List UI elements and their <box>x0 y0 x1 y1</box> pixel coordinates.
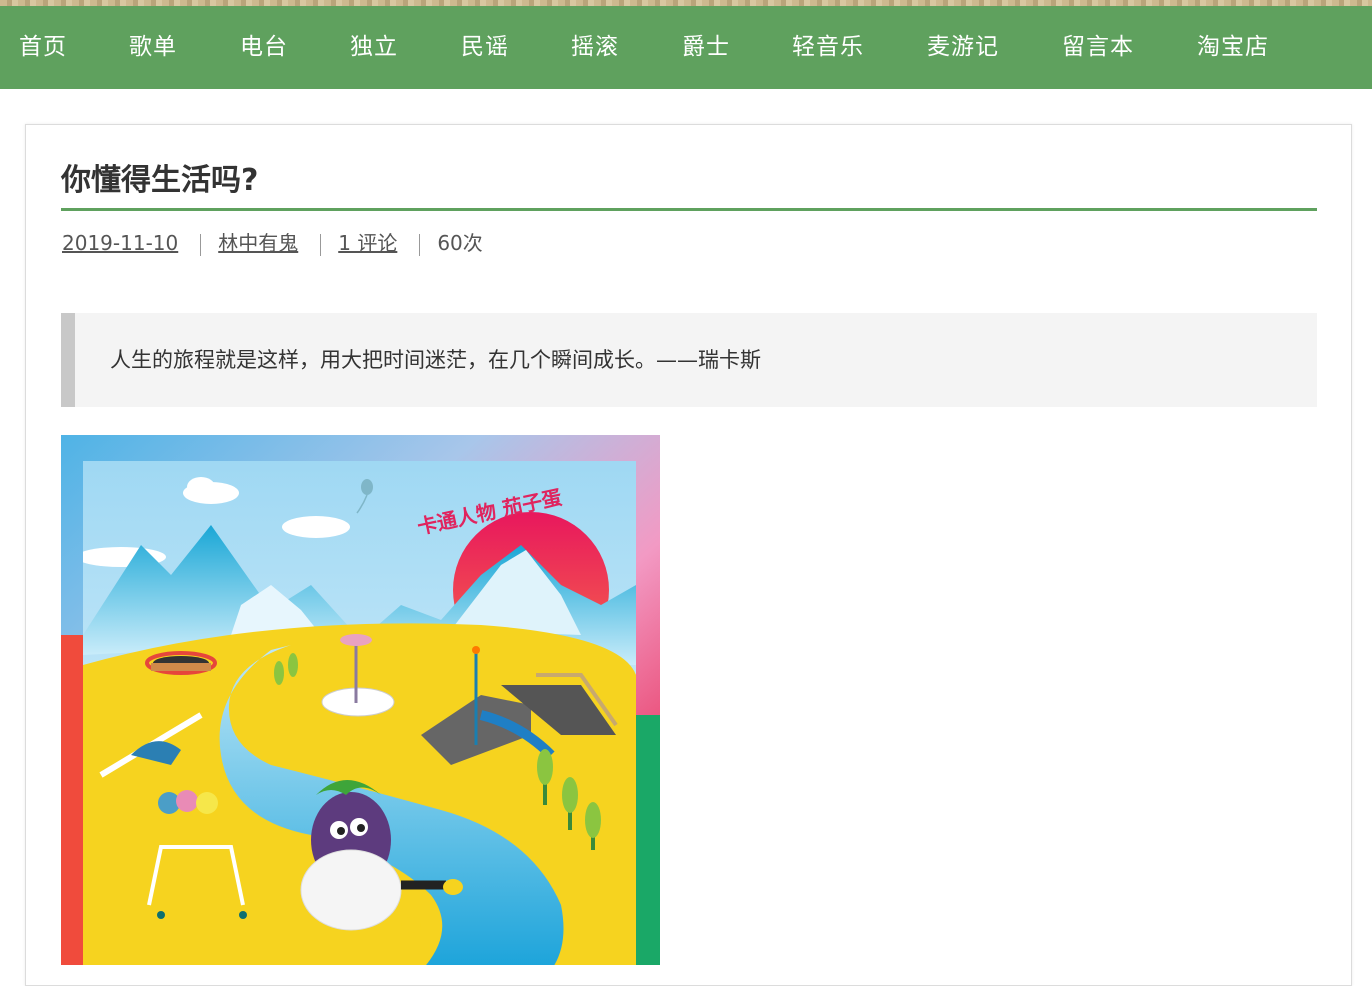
nav-item-rock[interactable]: 摇滚 <box>571 6 619 89</box>
meta-separator <box>320 233 322 256</box>
post-views: 60次 <box>437 231 483 255</box>
post-quote: 人生的旅程就是这样，用大把时间迷茫，在几个瞬间成长。——瑞卡斯 <box>61 313 1317 407</box>
post-date-link[interactable]: 2019-11-10 <box>62 231 178 255</box>
main-nav: 首页 歌单 电台 独立 民谣 摇滚 爵士 轻音乐 麦游记 留言本 淘宝店 <box>0 6 1372 89</box>
nav-item-taobao-shop[interactable]: 淘宝店 <box>1197 6 1269 89</box>
post-author-link[interactable]: 林中有鬼 <box>218 231 298 255</box>
post-title: 你懂得生活吗? <box>61 163 259 198</box>
post-card: 你懂得生活吗? 2019-11-10 林中有鬼 1 评论 60次 人生的旅程就是这样，… <box>25 124 1352 986</box>
title-divider <box>61 208 1317 211</box>
nav-item-light-music[interactable]: 轻音乐 <box>792 6 864 89</box>
meta-separator <box>200 233 202 256</box>
nav-item-travel[interactable]: 麦游记 <box>927 6 999 89</box>
meta-separator <box>419 233 421 256</box>
post-meta: 2019-11-10 林中有鬼 1 评论 60次 <box>62 228 483 258</box>
nav-item-indie[interactable]: 独立 <box>350 6 398 89</box>
nav-item-home[interactable]: 首页 <box>19 6 67 89</box>
post-comments-link[interactable]: 1 评论 <box>338 231 397 255</box>
playground-illustration: 卡通人物 茄子蛋 <box>61 435 660 965</box>
nav-item-folk[interactable]: 民谣 <box>461 6 509 89</box>
post-image[interactable]: 卡通人物 茄子蛋 <box>61 435 660 965</box>
nav-item-playlists[interactable]: 歌单 <box>129 6 177 89</box>
nav-item-guestbook[interactable]: 留言本 <box>1062 6 1134 89</box>
nav-item-radio[interactable]: 电台 <box>240 6 288 89</box>
nav-item-jazz[interactable]: 爵士 <box>682 6 730 89</box>
post-quote-text: 人生的旅程就是这样，用大把时间迷茫，在几个瞬间成长。——瑞卡斯 <box>110 348 761 372</box>
